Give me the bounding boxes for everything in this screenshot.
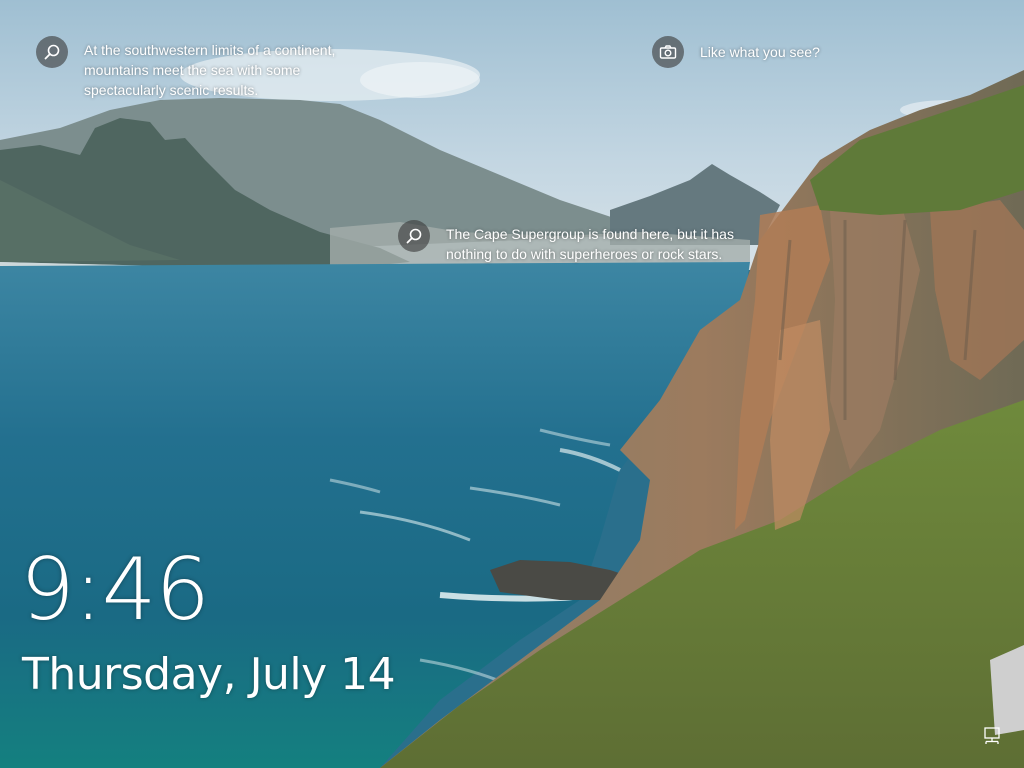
feedback-text: Like what you see?	[700, 44, 820, 60]
spotlight-hotspot-1[interactable]: At the southwestern limits of a continen…	[36, 36, 374, 100]
lock-screen-date: Thursday, July 14	[22, 649, 396, 700]
network-status-button[interactable]	[982, 726, 1002, 746]
hotspot-1-circle[interactable]	[36, 36, 68, 68]
hotspot-1-text: At the southwestern limits of a continen…	[84, 42, 336, 98]
spotlight-feedback[interactable]: Like what you see?	[652, 36, 820, 68]
magnifier-icon	[406, 228, 422, 244]
lock-screen-time: 9:46	[20, 540, 210, 640]
spotlight-hotspot-2[interactable]: The Cape Supergroup is found here, but i…	[398, 220, 736, 264]
hotspot-2-circle[interactable]	[398, 220, 430, 252]
feedback-circle[interactable]	[652, 36, 684, 68]
lock-screen[interactable]: At the southwestern limits of a continen…	[0, 0, 1024, 768]
magnifier-icon	[44, 44, 60, 60]
network-icon	[984, 727, 1000, 744]
camera-icon	[659, 45, 677, 59]
hotspot-2-text: The Cape Supergroup is found here, but i…	[446, 226, 734, 262]
